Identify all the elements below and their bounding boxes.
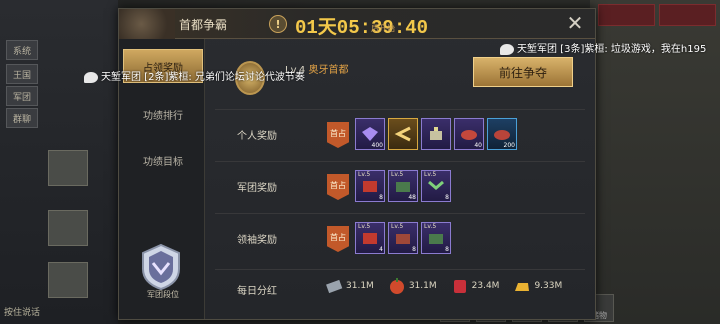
city-name: 奥牙首都: [308, 65, 349, 76]
item-count: 8: [445, 194, 449, 201]
item-level: Lv.5: [358, 171, 371, 178]
side-tab-legion[interactable]: 军团: [6, 86, 38, 106]
building-icon: [430, 127, 442, 140]
reward-item[interactable]: 40: [454, 118, 484, 150]
info-icon[interactable]: !: [269, 15, 287, 33]
chat-message-top[interactable]: 天堑军团 [3条]紫桓: 垃圾游戏，我在h195: [500, 40, 720, 55]
voice-button[interactable]: 按住说话: [4, 305, 40, 318]
side-tab-kingdom[interactable]: 王国: [6, 64, 38, 84]
green-chevron-icon: [428, 180, 444, 190]
reward-item[interactable]: Lv.5 8: [388, 222, 418, 254]
item-level: Lv.5: [358, 223, 371, 230]
dividend-item: 9.33M: [513, 277, 562, 295]
chat-message-text: 天堑军团 [2条]紫桓: 兄弟们论坛讨论代波节奏: [101, 72, 305, 83]
gold-bar-icon: [515, 283, 530, 291]
legion-rank-badge-icon[interactable]: [137, 243, 185, 291]
red-chest-icon: [363, 181, 377, 192]
item-level: Lv.5: [424, 223, 437, 230]
avatar[interactable]: [48, 150, 88, 186]
reward-item[interactable]: Lv.5 48: [388, 170, 418, 202]
gift-button[interactable]: [598, 4, 655, 26]
dividend-item: 23.4M: [451, 277, 500, 295]
reward-item[interactable]: Lv.5 4: [355, 222, 385, 254]
reward-items: Lv.5 8 Lv.5 48 Lv.5 8: [355, 170, 451, 202]
chat-message-text: 天堑军团 [3条]紫桓: 垃圾游戏，我在h195: [517, 44, 707, 55]
supply-icon: [453, 280, 466, 293]
chat-message-mid[interactable]: 天堑军团 [2条]紫桓: 兄弟们论坛讨论代波节奏: [84, 68, 305, 83]
dividend-item: 31.1M: [388, 277, 437, 295]
reward-item[interactable]: Lv.5 8: [421, 222, 451, 254]
dialog-header: 首都争霸 ! 01天05:39:40 后开始 ✕: [119, 9, 595, 39]
item-count: 8: [445, 246, 449, 253]
dividend-item: 31.1M: [325, 277, 374, 295]
reward-item[interactable]: Lv.5 8: [421, 170, 451, 202]
gem-icon: [362, 127, 378, 141]
rank-label: 军团段位: [147, 290, 179, 299]
reward-item[interactable]: 200: [487, 118, 517, 150]
item-count: 8: [379, 194, 383, 201]
avatar[interactable]: [48, 262, 88, 298]
steel-icon: [326, 279, 343, 294]
dividend-value: 23.4M: [471, 281, 500, 291]
dividend-value: 9.33M: [534, 281, 563, 291]
reward-item[interactable]: [388, 118, 418, 150]
daily-dividend-row: 每日分红 31.1M 31.1M 23.4M 9.33M: [215, 269, 585, 309]
item-count: 8: [412, 246, 416, 253]
countdown-suffix: 后开始: [371, 24, 395, 33]
reward-row-label: 个人奖励: [237, 131, 277, 142]
item-count: 400: [371, 142, 383, 149]
countdown-timer: 01天05:39:40: [295, 17, 429, 39]
close-icon[interactable]: ✕: [565, 13, 585, 33]
reward-items: 400 40 200: [355, 118, 517, 150]
top-right-buttons: [598, 4, 716, 26]
tab-merit-ranking[interactable]: 功绩排行: [123, 97, 203, 131]
header-tank-art: [119, 9, 175, 39]
reward-item[interactable]: Lv.5 8: [355, 170, 385, 202]
avatar[interactable]: [48, 210, 88, 246]
item-level: Lv.5: [391, 223, 404, 230]
reward-row-personal: 个人奖励 首占 400 40 200: [215, 109, 585, 159]
item-count: 4: [379, 246, 383, 253]
meat-icon: [461, 130, 477, 140]
reward-row-legion: 军团奖励 首占 Lv.5 8 Lv.5 48 Lv.5 8: [215, 161, 585, 211]
reward-row-label: 军团奖励: [237, 183, 277, 194]
chevron-rank-icon: [394, 126, 411, 142]
supply-crate-icon: [429, 234, 443, 244]
dialog-title: 首都争霸: [179, 18, 228, 32]
dividend-value: 31.1M: [346, 281, 374, 291]
reward-item[interactable]: [421, 118, 451, 150]
go-contest-button[interactable]: 前往争夺: [473, 57, 573, 87]
chat-bubble-icon: [500, 43, 514, 55]
reward-row-leader: 领袖奖励 首占 Lv.5 4 Lv.5 8 Lv.5 8: [215, 213, 585, 263]
chat-bubble-icon: [84, 71, 98, 83]
item-count: 200: [503, 142, 515, 149]
side-tab-group[interactable]: 群聊: [6, 108, 38, 128]
item-level: Lv.5: [424, 171, 437, 178]
meat-crate-icon: [396, 234, 410, 244]
item-level: Lv.5: [391, 171, 404, 178]
meat-crate-icon: [494, 130, 510, 140]
supply-crate-icon: [396, 182, 410, 192]
first-occupy-badge: 首占: [327, 174, 349, 200]
chat-sidebar-background: 系统 王国 军团 群聊 按住说话: [0, 0, 118, 324]
side-tab-system[interactable]: 系统: [6, 40, 38, 60]
tab-merit-goal[interactable]: 功绩目标: [123, 143, 203, 177]
red-chest-icon: [363, 233, 377, 244]
food-icon: [389, 278, 404, 294]
item-count: 40: [474, 142, 482, 149]
shop-button[interactable]: [659, 4, 716, 26]
first-occupy-badge: 首占: [327, 122, 349, 148]
dividend-list: 31.1M 31.1M 23.4M 9.33M: [325, 277, 562, 295]
reward-row-label: 领袖奖励: [237, 235, 277, 246]
dividend-label: 每日分红: [237, 286, 277, 297]
dividend-value: 31.1M: [408, 281, 437, 291]
item-count: 48: [408, 194, 416, 201]
reward-item[interactable]: 400: [355, 118, 385, 150]
reward-items: Lv.5 4 Lv.5 8 Lv.5 8: [355, 222, 451, 254]
first-occupy-badge: 首占: [327, 226, 349, 252]
